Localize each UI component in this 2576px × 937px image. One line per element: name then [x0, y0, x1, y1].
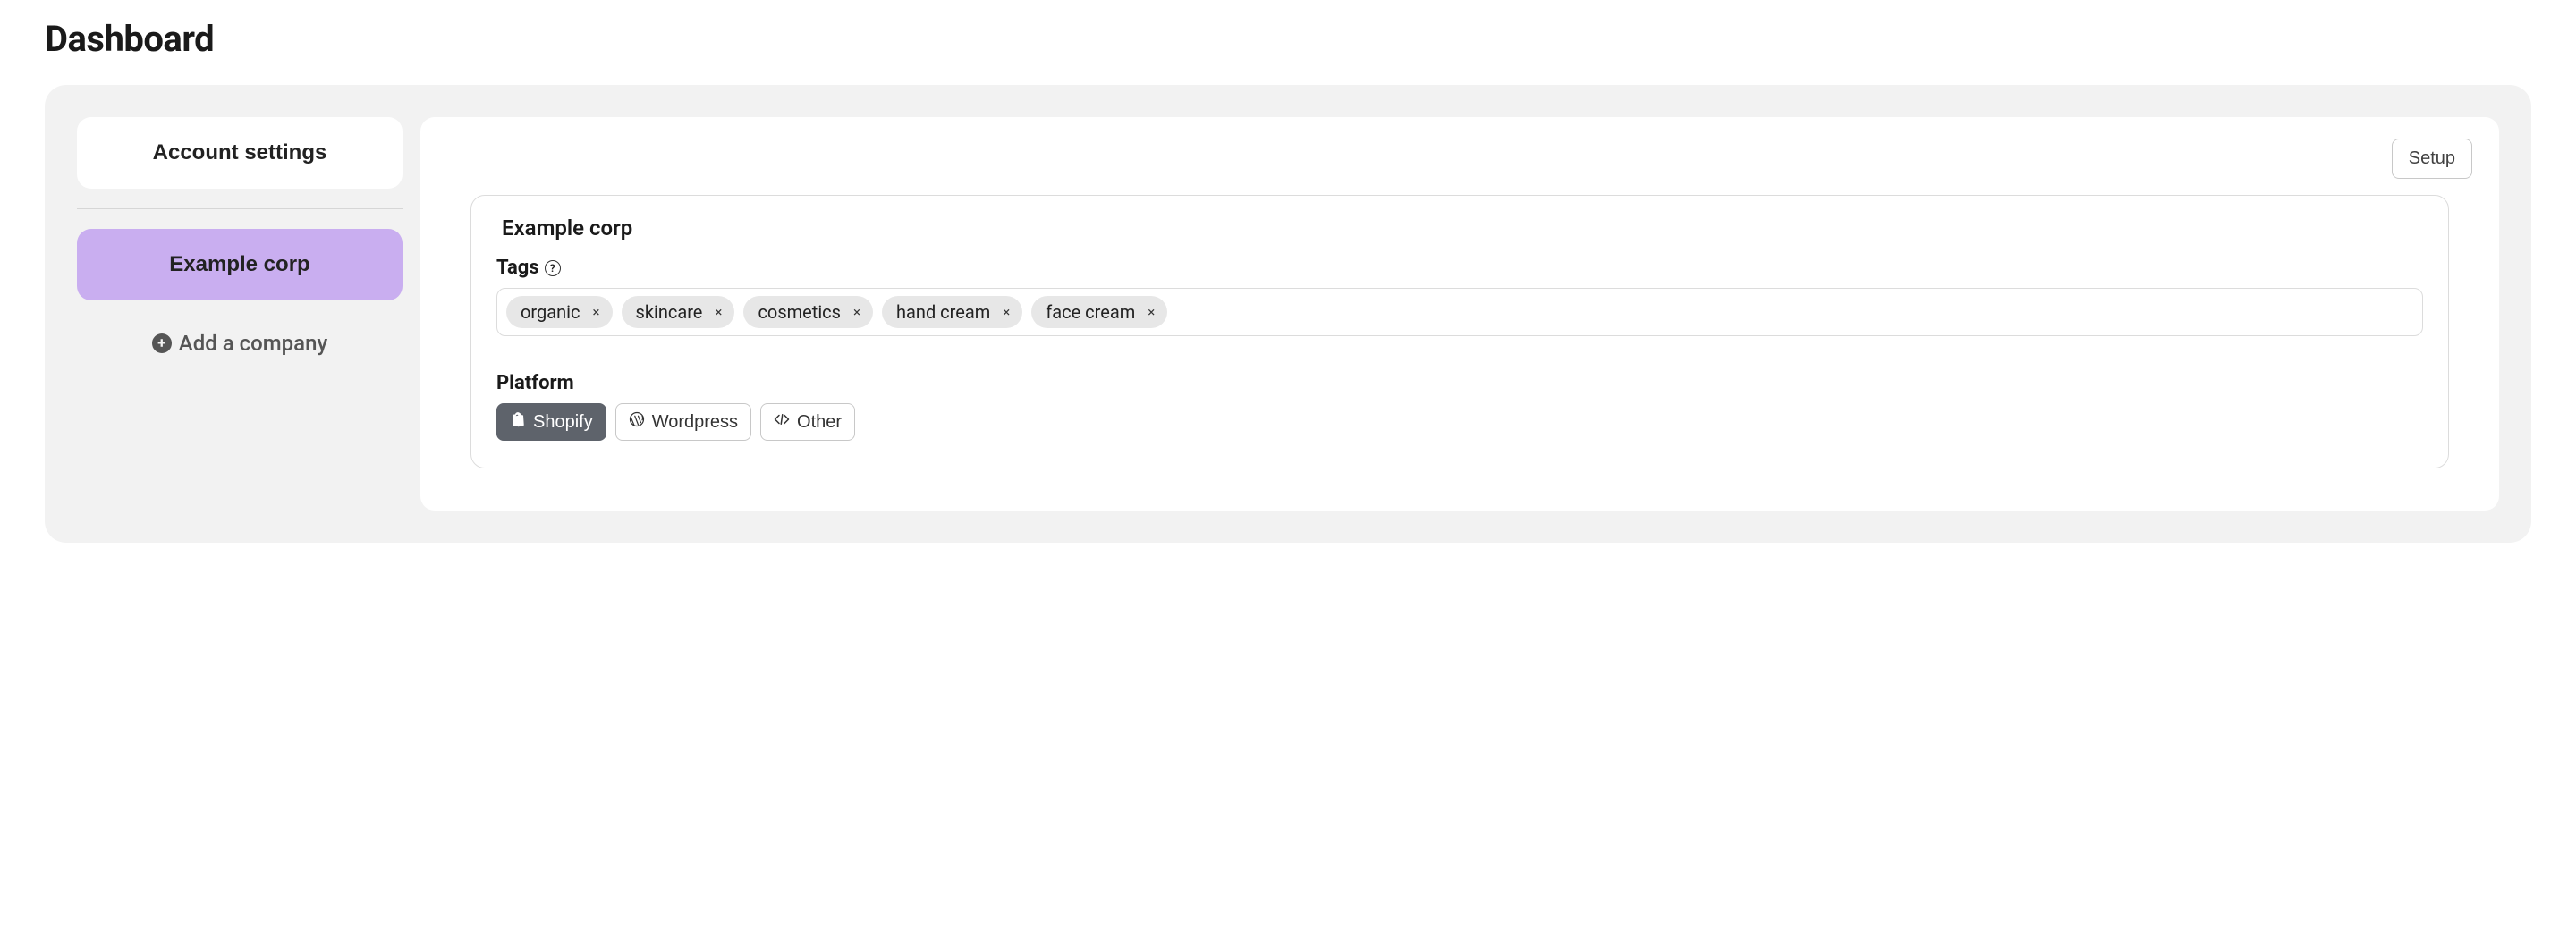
setup-button[interactable]: Setup — [2392, 139, 2472, 179]
page-title: Dashboard — [45, 18, 2531, 60]
platform-row: Shopify Wordpress Other — [496, 403, 2423, 441]
platform-label: Shopify — [533, 412, 593, 433]
tag-chip: skincare × — [622, 296, 735, 328]
company-card-title: Example corp — [496, 215, 2423, 241]
sidebar: Account settings Example corp + Add a co… — [77, 117, 402, 356]
tag-label: organic — [521, 301, 580, 323]
tag-chip: organic × — [506, 296, 613, 328]
tag-label: hand cream — [896, 301, 990, 323]
platform-label-text: Platform — [496, 372, 574, 394]
add-company-button[interactable]: + Add a company — [77, 331, 402, 356]
account-settings-button[interactable]: Account settings — [77, 117, 402, 189]
wordpress-icon — [629, 411, 645, 433]
tags-input[interactable]: organic×skincare×cosmetics×hand cream×fa… — [496, 288, 2423, 336]
tag-remove-icon[interactable]: × — [1001, 304, 1012, 320]
main-content: Setup Example corp Tags ? organic×skinca… — [420, 117, 2499, 511]
main-header: Setup — [447, 139, 2472, 179]
tag-label: face cream — [1046, 301, 1135, 323]
sidebar-item-company[interactable]: Example corp — [77, 229, 402, 300]
platform-section-label: Platform — [496, 372, 2423, 394]
tag-chip: face cream × — [1031, 296, 1167, 328]
add-company-label: Add a company — [179, 331, 327, 356]
help-icon[interactable]: ? — [545, 260, 561, 276]
platform-label: Wordpress — [652, 412, 738, 433]
tag-remove-icon[interactable]: × — [713, 304, 724, 320]
tags-section-label: Tags ? — [496, 257, 2423, 279]
platform-label: Other — [797, 412, 842, 433]
tag-remove-icon[interactable]: × — [852, 304, 862, 320]
tag-chip: cosmetics × — [743, 296, 873, 328]
platform-other-button[interactable]: Other — [760, 403, 855, 441]
sidebar-divider — [77, 208, 402, 209]
platform-wordpress-button[interactable]: Wordpress — [615, 403, 751, 441]
shopify-icon — [510, 411, 526, 433]
tag-chip: hand cream × — [882, 296, 1022, 328]
dashboard-panel: Account settings Example corp + Add a co… — [45, 85, 2531, 543]
plus-circle-icon: + — [152, 333, 172, 353]
tag-label: skincare — [636, 301, 703, 323]
tag-remove-icon[interactable]: × — [1146, 304, 1157, 320]
company-card: Example corp Tags ? organic×skincare×cos… — [470, 195, 2449, 468]
code-icon — [774, 411, 790, 433]
platform-shopify-button[interactable]: Shopify — [496, 403, 606, 441]
tag-remove-icon[interactable]: × — [590, 304, 601, 320]
tags-label-text: Tags — [496, 257, 539, 279]
tag-label: cosmetics — [758, 301, 841, 323]
